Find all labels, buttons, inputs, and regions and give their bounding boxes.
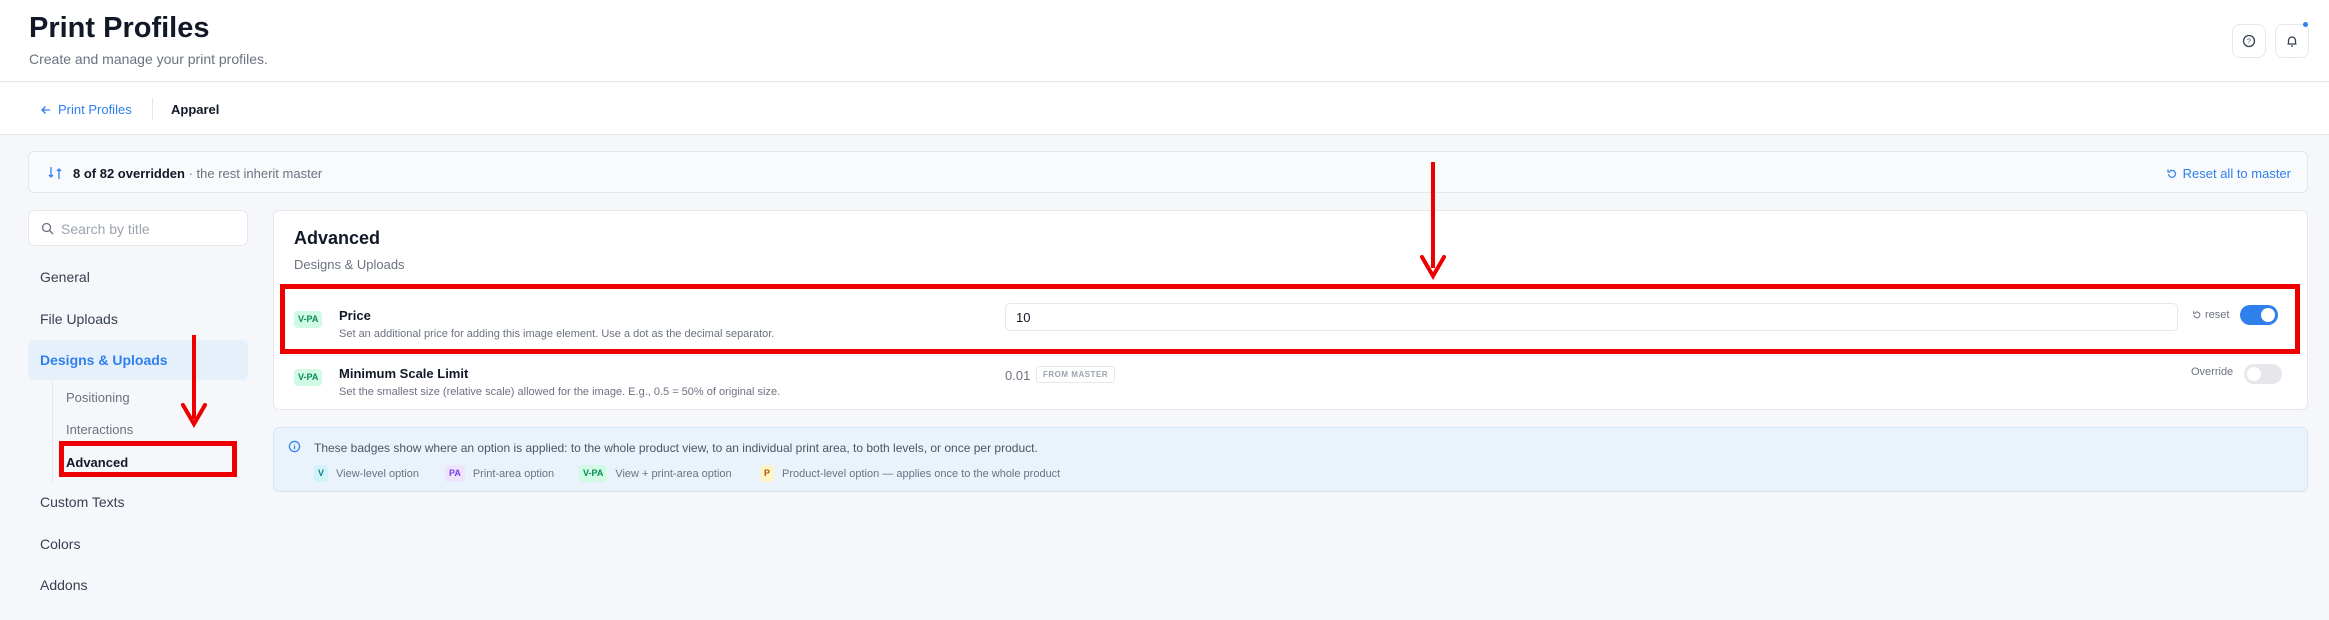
reset-all-to-master-button[interactable]: Reset all to master xyxy=(2166,166,2291,181)
info-text: These badges show where an option is app… xyxy=(314,441,1038,455)
sidebar-item-general[interactable]: General xyxy=(28,257,248,297)
help-button[interactable]: ? xyxy=(2232,24,2266,58)
badge-info-box: These badges show where an option is app… xyxy=(273,427,2308,492)
bell-icon xyxy=(2287,36,2297,47)
legend-item-view: V View-level option xyxy=(314,465,419,482)
sidebar-item-file-uploads[interactable]: File Uploads xyxy=(28,299,248,339)
badge-vpa: V-PA xyxy=(579,465,608,482)
overrides-summary-bar: 8 of 82 overridden · the rest inherit ma… xyxy=(28,151,2308,193)
panel-title: Advanced xyxy=(294,228,381,248)
badge-pa: PA xyxy=(445,465,465,482)
legend-label: View + print-area option xyxy=(615,467,732,480)
overrides-rest: · the rest inherit master xyxy=(184,166,323,181)
toggle-knob xyxy=(2247,367,2261,381)
badge-p: P xyxy=(760,465,775,482)
search-input[interactable] xyxy=(61,219,241,239)
back-link-label: Print Profiles xyxy=(58,102,132,117)
row-divider xyxy=(274,355,2307,356)
breadcrumb-divider xyxy=(152,98,153,120)
minimum-scale-value: 0.01 xyxy=(1005,368,1031,383)
help-icon: ? xyxy=(2242,34,2256,48)
notifications-button[interactable] xyxy=(2275,24,2309,58)
page-title: Print Profiles xyxy=(29,12,210,44)
overrides-summary-text: 8 of 82 overridden · the rest inherit ma… xyxy=(73,166,322,181)
annotation-arrow-shaft xyxy=(1431,162,1435,268)
annotation-arrow-down-icon xyxy=(181,403,207,428)
notification-dot xyxy=(2303,22,2308,27)
breadcrumb-current: Apparel xyxy=(171,102,220,117)
arrow-left-icon xyxy=(41,105,50,114)
sidebar-item-addons[interactable]: Addons xyxy=(28,565,248,605)
info-icon xyxy=(288,440,301,453)
search-icon xyxy=(41,222,54,235)
top-bar: Print Profiles Create and manage your pr… xyxy=(0,0,2329,82)
overrides-count: 8 of 82 overridden xyxy=(73,166,185,181)
highlight-price-row xyxy=(280,284,2300,354)
badge-v: V xyxy=(314,465,329,482)
reset-icon xyxy=(2167,169,2176,178)
sidebar-subitem-guide xyxy=(52,382,53,482)
sidebar-item-designs-uploads[interactable]: Designs & Uploads xyxy=(28,340,248,380)
annotation-arrow-down-icon xyxy=(1420,255,1446,280)
legend-item-product: P Product-level option — applies once to… xyxy=(760,465,1060,482)
legend-item-print-area: PA Print-area option xyxy=(445,465,554,482)
sidebar-subitem-positioning[interactable]: Positioning xyxy=(66,390,130,405)
sidebar-subitem-interactions[interactable]: Interactions xyxy=(66,422,133,437)
svg-text:?: ? xyxy=(2247,39,2251,46)
minimum-scale-override-toggle[interactable] xyxy=(2244,364,2282,384)
from-master-badge: FROM MASTER xyxy=(1036,366,1116,383)
panel-subtitle: Designs & Uploads xyxy=(294,257,405,272)
page-subtitle: Create and manage your print profiles. xyxy=(29,51,268,67)
back-to-print-profiles-link[interactable]: Print Profiles xyxy=(40,102,132,117)
legend-item-view-print-area: V-PA View + print-area option xyxy=(579,465,732,482)
legend-label: Print-area option xyxy=(472,467,555,480)
highlight-advanced-subitem xyxy=(59,441,237,477)
sidebar-item-colors[interactable]: Colors xyxy=(28,524,248,564)
reset-all-label: Reset all to master xyxy=(2182,166,2291,181)
legend-label: View-level option xyxy=(336,467,419,480)
option-description-minimum-scale: Set the smallest size (relative scale) a… xyxy=(339,386,781,398)
search-box[interactable] xyxy=(28,210,248,246)
override-label: Override xyxy=(2191,366,2234,378)
option-scope-badge: V-PA xyxy=(294,369,323,386)
option-title-minimum-scale: Minimum Scale Limit xyxy=(339,366,469,381)
override-arrows-icon xyxy=(48,167,62,179)
breadcrumb: Print Profiles Apparel xyxy=(0,83,2329,135)
legend-label: Product-level option — applies once to t… xyxy=(782,467,1061,480)
sidebar-item-custom-texts[interactable]: Custom Texts xyxy=(28,482,248,522)
